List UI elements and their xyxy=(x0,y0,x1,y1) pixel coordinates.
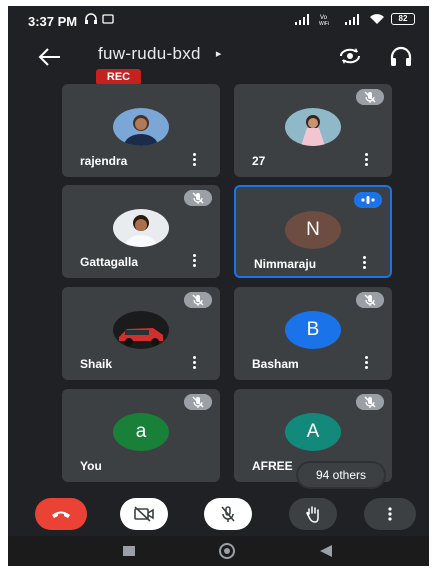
meeting-title[interactable]: fuw-rudu-bxd ▸ xyxy=(98,44,222,64)
recents-square-icon[interactable] xyxy=(123,546,135,556)
participant-tile[interactable]: 27 xyxy=(234,84,392,177)
participant-name: You xyxy=(80,459,102,473)
back-arrow-icon[interactable] xyxy=(38,46,62,68)
more-vert-icon xyxy=(388,507,392,521)
participant-name: Nimmaraju xyxy=(254,257,317,271)
meeting-header: fuw-rudu-bxd ▸ REC xyxy=(8,32,429,85)
phone-screen: 3:37 PM Vo WiFi 82 fuw-rudu-bxd ▸ REC ra… xyxy=(8,6,429,566)
back-triangle-icon[interactable] xyxy=(320,545,332,557)
participant-name: Gattagalla xyxy=(80,255,139,269)
raise-hand-button[interactable] xyxy=(289,498,337,530)
participant-name: 27 xyxy=(252,154,266,168)
others-count-chip[interactable]: 94 others xyxy=(298,463,384,487)
participant-tile[interactable]: rajendra xyxy=(62,84,220,177)
participant-photo xyxy=(113,209,169,247)
participant-tile-self[interactable]: a You xyxy=(62,389,220,482)
participant-name: rajendra xyxy=(80,154,128,168)
participant-tile-speaking[interactable]: N Nimmaraju xyxy=(234,185,392,278)
participant-name: AFREE xyxy=(252,459,293,473)
participant-menu-icon[interactable] xyxy=(362,152,370,168)
participant-avatar-letter: a xyxy=(113,413,169,451)
participant-menu-icon[interactable] xyxy=(190,152,198,168)
participant-tile[interactable]: Gattagalla xyxy=(62,185,220,278)
participant-menu-icon[interactable] xyxy=(190,355,198,371)
participant-photo xyxy=(285,108,341,146)
participant-avatar-letter: N xyxy=(285,211,341,249)
status-time: 3:37 PM xyxy=(28,14,78,29)
participant-name: Shaik xyxy=(80,357,113,371)
mic-off-icon xyxy=(221,506,235,522)
rec-badge: REC xyxy=(96,69,141,85)
end-call-icon xyxy=(52,511,70,518)
mic-muted-icon xyxy=(184,292,212,308)
camera-off-icon xyxy=(134,506,154,522)
camera-toggle-button[interactable] xyxy=(120,498,168,530)
battery-icon: 82 xyxy=(391,13,415,25)
participant-tile[interactable]: B Basham xyxy=(234,287,392,380)
signal-icon xyxy=(295,13,309,25)
call-controls xyxy=(8,492,429,536)
participant-menu-icon[interactable] xyxy=(360,255,368,271)
status-right-icons: Vo WiFi 82 xyxy=(295,13,415,25)
headset-status-icon xyxy=(85,13,97,24)
svg-text:WiFi: WiFi xyxy=(319,21,329,25)
participant-name: Basham xyxy=(252,357,299,371)
status-bar: 3:37 PM Vo WiFi 82 xyxy=(8,6,429,32)
participant-tile[interactable]: Shaik xyxy=(62,287,220,380)
participant-photo xyxy=(113,311,169,349)
participant-menu-icon[interactable] xyxy=(362,355,370,371)
switch-camera-icon[interactable] xyxy=(337,44,363,68)
participant-avatar-letter: B xyxy=(285,311,341,349)
mic-muted-icon xyxy=(356,89,384,105)
caret-right-icon: ▸ xyxy=(215,48,222,60)
mic-toggle-button[interactable] xyxy=(204,498,252,530)
end-call-button[interactable] xyxy=(35,498,87,530)
vowifi-icon: Vo WiFi xyxy=(319,15,329,25)
raise-hand-icon xyxy=(306,506,319,523)
participant-avatar-letter: A xyxy=(285,413,341,451)
cast-status-icon xyxy=(102,14,114,24)
home-circle-icon[interactable] xyxy=(218,542,236,560)
more-options-button[interactable] xyxy=(364,498,416,530)
android-nav-bar xyxy=(8,536,429,566)
meeting-code: fuw-rudu-bxd xyxy=(98,44,201,63)
participant-photo xyxy=(113,108,169,146)
signal-2-icon xyxy=(345,13,359,25)
mic-muted-icon xyxy=(184,394,212,410)
headphones-icon[interactable] xyxy=(389,46,413,68)
participant-menu-icon[interactable] xyxy=(190,253,198,269)
mic-muted-icon xyxy=(184,190,212,206)
speaking-indicator-icon xyxy=(354,192,382,208)
mic-muted-icon xyxy=(356,292,384,308)
mic-muted-icon xyxy=(356,394,384,410)
wifi-icon xyxy=(370,14,384,24)
